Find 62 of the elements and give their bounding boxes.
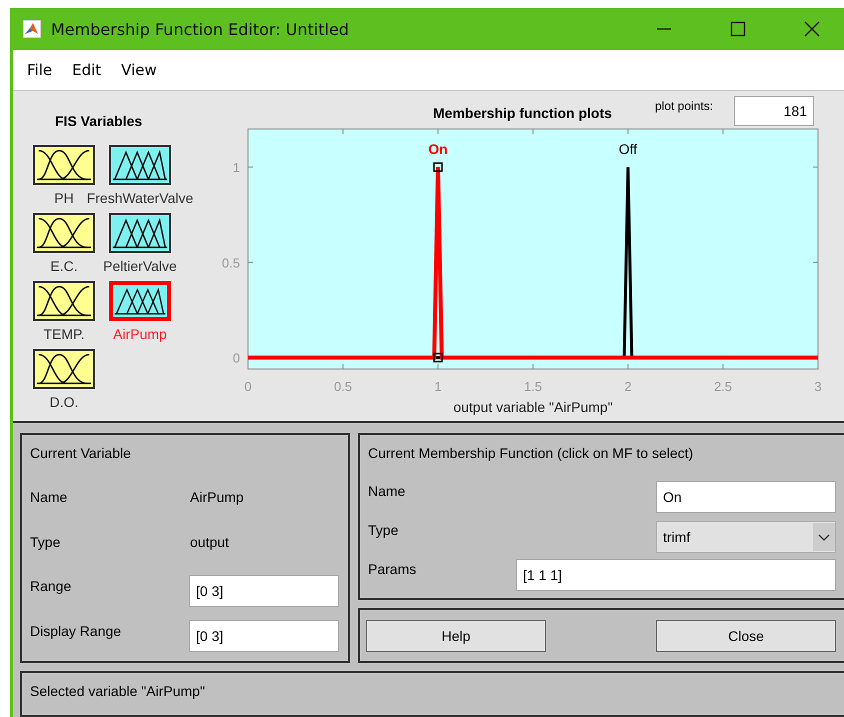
- y-tick-label: 0.5: [222, 255, 240, 270]
- field-label: Range: [30, 578, 72, 594]
- close-icon: [804, 21, 820, 37]
- x-tick-label: 2: [624, 379, 632, 394]
- field-label: Display Range: [30, 623, 122, 639]
- input-variable-icon[interactable]: [33, 281, 95, 321]
- chevron-down-icon: [813, 523, 835, 551]
- section-title: FIS Variables: [55, 113, 142, 129]
- variable-label: E.C.: [50, 258, 78, 274]
- menu-item[interactable]: File: [19, 57, 60, 83]
- membership-curves[interactable]: [248, 165, 818, 360]
- variable-label: AirPump: [113, 326, 167, 342]
- params-field[interactable]: [1 1 1]: [516, 559, 836, 591]
- x-tick-label: 1: [434, 379, 442, 394]
- x-axis-label: output variable "AirPump": [453, 399, 613, 415]
- window-title: Membership Function Editor: Untitled: [51, 20, 350, 38]
- input-variable-icon[interactable]: [33, 145, 95, 185]
- dialog-button[interactable]: Help: [366, 620, 546, 652]
- output-variable-icon[interactable]: [109, 281, 171, 321]
- output-variable-icon[interactable]: [109, 213, 171, 253]
- field-label: Name: [30, 489, 68, 505]
- panel-title: Current Membership Function (click on MF to select): [368, 445, 694, 461]
- x-tick-label: 0: [244, 379, 252, 394]
- mf-type-dropdown[interactable]: trimf: [656, 521, 836, 553]
- field-label: Type: [368, 522, 398, 538]
- input-variable-icon[interactable]: [33, 213, 95, 253]
- app-icon: [23, 20, 41, 38]
- field-label: Params: [368, 561, 416, 577]
- field-value: output: [190, 534, 229, 550]
- chart-title: Membership function plots: [433, 105, 612, 121]
- minimize-icon: [657, 28, 671, 30]
- x-tick-label: 1.5: [524, 379, 542, 394]
- status-text: Selected variable "AirPump": [30, 683, 205, 699]
- dialog-button[interactable]: Close: [656, 620, 836, 652]
- field-label: plot points:: [655, 99, 714, 113]
- variable-label: PH: [54, 190, 74, 206]
- variable-label: D.O.: [50, 394, 78, 410]
- x-tick-label: 3: [814, 379, 822, 394]
- input-variable-icon[interactable]: [33, 349, 95, 389]
- variable-label: FreshWaterValve: [86, 190, 194, 206]
- field-label: Type: [30, 534, 60, 550]
- field-label: Name: [368, 483, 406, 499]
- y-tick-label: 0: [232, 350, 240, 366]
- plot-points-field[interactable]: 181: [734, 96, 814, 126]
- output-variable-icon[interactable]: [109, 145, 171, 185]
- variable-label: TEMP.: [44, 326, 84, 342]
- mf-name-field[interactable]: On: [656, 481, 836, 513]
- menu-item[interactable]: View: [113, 57, 165, 83]
- x-tick-label: 2.5: [714, 379, 732, 394]
- base-handle[interactable]: [433, 352, 443, 362]
- maximize-icon: [730, 21, 746, 37]
- menu-item[interactable]: Edit: [64, 57, 110, 83]
- field-value: AirPump: [190, 489, 244, 505]
- variable-label: PeltierValve: [103, 258, 177, 274]
- panel-title: Current Variable: [30, 445, 131, 461]
- membership-function-label: On: [428, 141, 448, 158]
- membership-function-label: Off: [618, 141, 638, 158]
- peak-handle[interactable]: [433, 162, 443, 172]
- display-range-field[interactable]: [0 3]: [189, 620, 339, 652]
- x-tick-label: 0.5: [334, 379, 352, 394]
- y-tick-label: 1: [232, 160, 240, 176]
- range-field[interactable]: [0 3]: [189, 575, 339, 607]
